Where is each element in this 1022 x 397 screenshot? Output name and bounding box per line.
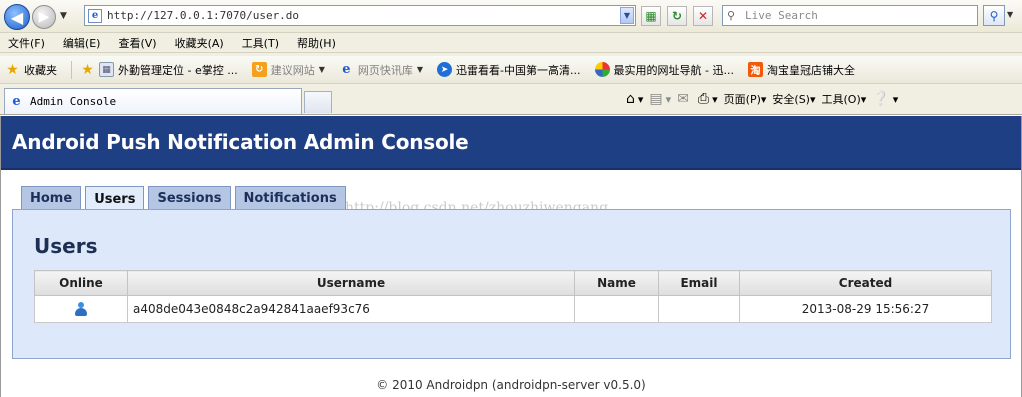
suggested-sites-icon: ↻ (251, 62, 267, 77)
address-dropdown-button[interactable]: ▼ (620, 7, 634, 24)
taobao-icon: 淘 (747, 62, 763, 77)
column-header-username: Username (127, 270, 575, 296)
column-header-created: Created (739, 270, 992, 296)
favorite-item-1[interactable]: ↻ 建议网站 ▼ (251, 62, 325, 78)
username-cell: a408de043e0848c2a942841aaef93c76 (127, 295, 575, 323)
mail-icon: ✉ (677, 91, 689, 107)
menu-tools[interactable]: 工具(T) (242, 35, 279, 51)
tools-menu[interactable]: 工具(O) ▾ (822, 91, 867, 107)
browser-tab-title: Admin Console (30, 95, 117, 108)
online-cell (34, 295, 128, 323)
page-menu[interactable]: 页面(P) ▾ (724, 91, 767, 107)
printer-icon: ⎙ (697, 91, 710, 107)
refresh-icon[interactable]: ↻ (667, 6, 687, 26)
feeds-button[interactable]: ▤ ▾ (649, 91, 671, 107)
home-icon: ⌂ (626, 91, 635, 107)
menu-file[interactable]: 文件(F) (8, 35, 45, 51)
forward-button[interactable]: ▶ (32, 5, 56, 29)
help-menu[interactable]: ❔ ▾ (872, 91, 898, 107)
recent-pages-dropdown[interactable]: ▼ (60, 11, 67, 21)
user-online-icon (75, 302, 87, 317)
tab-users[interactable]: Users (85, 186, 145, 211)
favorite-label-3: 迅雷看看-中国第一高清... (456, 63, 581, 77)
safety-menu-label: 安全(S) (772, 93, 810, 106)
favorites-button[interactable]: ★ 收藏夹 (5, 62, 57, 78)
add-favorite-icon: ★ (81, 61, 94, 78)
section-title: Users (34, 234, 98, 258)
menu-favorites[interactable]: 收藏夹(A) (175, 35, 224, 51)
ie-tab-icon: e (12, 94, 21, 109)
footer: © 2010 Androidpn (androidpn-server v0.5.… (376, 378, 646, 392)
suggested-sites-dropdown-icon: ▼ (318, 65, 325, 74)
read-mail-button[interactable]: ✉ (677, 91, 692, 107)
name-cell (574, 295, 659, 323)
search-provider-icon: ⚲ (727, 8, 736, 22)
new-tab-button[interactable] (304, 91, 332, 113)
favorite-item-3[interactable]: ➤ 迅雷看看-中国第一高清... (437, 62, 581, 78)
favorites-bar: ★ 收藏夹 ★ ▦ 外勤管理定位 - e掌控 ... ↻ 建议网站 ▼ e 网页… (0, 56, 1022, 84)
users-panel: Users Online Username Name Email Created… (12, 209, 1011, 359)
column-header-name: Name (574, 270, 659, 296)
favorite-item-5[interactable]: 淘 淘宝皇冠店铺大全 (747, 62, 855, 78)
favorite-label-4: 最实用的网址导航 - 迅... (613, 63, 734, 77)
users-table: Online Username Name Email Created a408d… (34, 270, 992, 323)
favorite-label-0: 外勤管理定位 - e掌控 ... (118, 63, 238, 77)
stop-icon[interactable]: ✕ (693, 6, 713, 26)
favorite-item-4[interactable]: 最实用的网址导航 - 迅... (594, 62, 734, 78)
browser-chrome: ◀ ▶ ▼ e http://127.0.0.1:7070/user.do ▼ … (0, 0, 1022, 115)
rss-icon: ▤ (649, 91, 663, 107)
app-nav-tabs: Home Users Sessions Notifications (21, 186, 350, 211)
menu-help[interactable]: 帮助(H) (297, 35, 336, 51)
favorite-item-0[interactable]: ★ ▦ 外勤管理定位 - e掌控 ... (80, 62, 238, 78)
app-header: Android Push Notification Admin Console (1, 116, 1021, 170)
command-bar: ⌂ ▾ ▤ ▾ ✉ ⎙ ▾ 页面(P) ▾ 安全(S) ▾ 工具(O) ▾ ❔ ▾ (626, 86, 904, 112)
web-slice-dropdown-icon: ▼ (416, 65, 424, 74)
favorites-label: 收藏夹 (24, 63, 57, 77)
tab-home[interactable]: Home (21, 186, 82, 210)
search-button[interactable]: ⚲ (983, 5, 1005, 26)
image-icon: ▦ (99, 62, 114, 77)
nav-icon (594, 62, 610, 77)
app-title: Android Push Notification Admin Console (12, 130, 469, 154)
tools-menu-label: 工具(O) (821, 93, 861, 106)
back-button[interactable]: ◀ (4, 4, 30, 30)
address-toolbar: ◀ ▶ ▼ e http://127.0.0.1:7070/user.do ▼ … (0, 0, 1022, 33)
column-header-online: Online (34, 270, 128, 296)
tab-notifications[interactable]: Notifications (234, 186, 346, 210)
menu-view[interactable]: 查看(V) (118, 35, 156, 51)
help-icon: ❔ (872, 91, 890, 107)
favorite-label-5: 淘宝皇冠店铺大全 (766, 63, 855, 77)
tab-sessions[interactable]: Sessions (148, 186, 231, 210)
address-bar[interactable]: e http://127.0.0.1:7070/user.do ▼ (84, 5, 636, 26)
menu-edit[interactable]: 编辑(E) (63, 35, 101, 51)
address-url[interactable]: http://127.0.0.1:7070/user.do (107, 9, 620, 22)
menu-bar: 文件(F) 编辑(E) 查看(V) 收藏夹(A) 工具(T) 帮助(H) (0, 33, 1022, 53)
page-content: Android Push Notification Admin Console … (0, 116, 1022, 397)
safety-menu[interactable]: 安全(S) ▾ (772, 91, 815, 107)
table-row: a408de043e0848c2a942841aaef93c76 2013-08… (34, 295, 992, 323)
favorites-separator (71, 60, 72, 79)
print-button[interactable]: ⎙ ▾ (698, 91, 718, 107)
page-menu-label: 页面(P) (723, 93, 761, 106)
search-box[interactable]: ⚲ Live Search (722, 5, 978, 26)
table-header-row: Online Username Name Email Created (34, 270, 992, 296)
star-icon: ★ (6, 61, 19, 78)
favorite-label-1: 建议网站 (270, 63, 315, 77)
ie-page-icon: e (88, 8, 102, 23)
column-header-email: Email (658, 270, 740, 296)
tab-row: e Admin Console ⌂ ▾ ▤ ▾ ✉ ⎙ ▾ 页面(P) ▾ 安全(S) ▾… (0, 86, 1022, 115)
compatibility-view-icon[interactable]: ▦ (641, 6, 661, 26)
search-input[interactable]: Live Search (745, 9, 818, 22)
browser-tab-active[interactable]: e Admin Console (4, 88, 302, 114)
xunlei-icon: ➤ (437, 62, 453, 77)
search-options-dropdown[interactable]: ▼ (1007, 10, 1013, 19)
favorite-label-2: 网页快讯库 (357, 63, 413, 77)
favorite-item-2[interactable]: e 网页快讯库 ▼ (339, 62, 423, 78)
web-slice-icon: e (342, 62, 351, 77)
created-cell: 2013-08-29 15:56:27 (739, 295, 992, 323)
email-cell (658, 295, 740, 323)
home-button[interactable]: ⌂ ▾ (626, 91, 643, 107)
